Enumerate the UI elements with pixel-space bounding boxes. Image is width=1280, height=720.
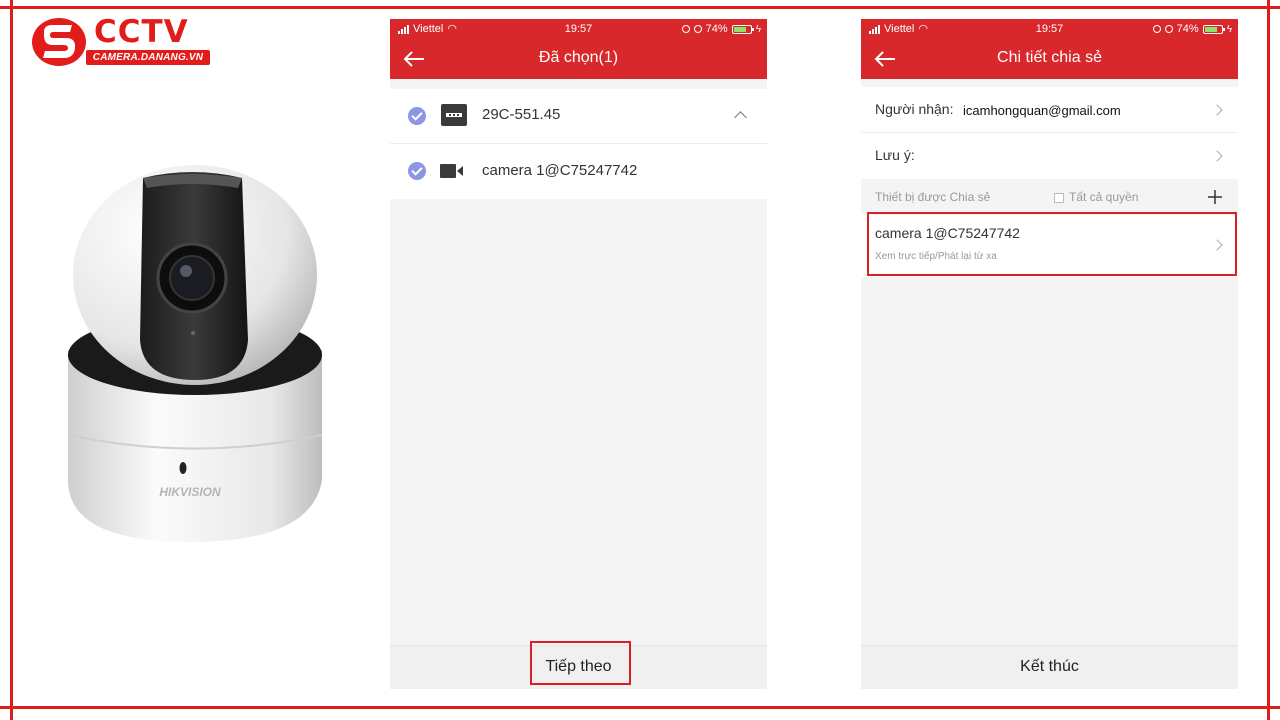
- frame-bottom: [0, 706, 1280, 709]
- lock-rotation-icon: [1152, 25, 1161, 33]
- phone-screen-selected: Viettel ◠ 19:57 74% ϟ Đã chọn(1) 29C-551…: [390, 19, 767, 689]
- charging-icon: ϟ: [1226, 23, 1232, 35]
- checkbox-checked-icon[interactable]: [408, 162, 426, 180]
- battery-percent: 74%: [705, 23, 728, 35]
- battery-icon: [1202, 24, 1225, 34]
- note-row[interactable]: Lưu ý:: [861, 133, 1238, 179]
- add-icon[interactable]: [1207, 189, 1223, 205]
- all-permissions-label: Tất cả quyền: [1069, 190, 1139, 204]
- charging-icon: ϟ: [755, 23, 761, 35]
- recipient-label: Người nhận:: [875, 101, 954, 117]
- chevron-right-icon: [1211, 104, 1223, 116]
- frame-top: [0, 6, 1280, 9]
- app-bar: Viettel ◠ 19:57 74% ϟ Chi tiết chia sẻ: [861, 19, 1238, 79]
- finish-button[interactable]: Kết thúc: [861, 658, 1238, 676]
- app-bar: Viettel ◠ 19:57 74% ϟ Đã chọn(1): [390, 19, 767, 79]
- highlight-box-device: [867, 212, 1237, 276]
- share-info-list: Người nhận: icamhongquan@gmail.com Lưu ý…: [861, 87, 1238, 179]
- logo-text: CCTV: [94, 14, 189, 50]
- nvr-name: 29C-551.45: [482, 106, 561, 123]
- recipient-row[interactable]: Người nhận: icamhongquan@gmail.com: [861, 87, 1238, 133]
- phone-screen-share-details: Viettel ◠ 19:57 74% ϟ Chi tiết chia sẻ N…: [861, 19, 1238, 689]
- chevron-right-icon: [1211, 150, 1223, 162]
- frame-right: [1267, 0, 1270, 720]
- brand-logo: CCTV CAMERA.DANANG.VN: [30, 15, 210, 70]
- all-permissions-checkbox[interactable]: [1054, 193, 1064, 203]
- collapse-chevron-icon[interactable]: [734, 111, 747, 124]
- svg-text:HIKVISION: HIKVISION: [159, 485, 221, 499]
- alarm-icon: [693, 25, 702, 33]
- lock-rotation-icon: [681, 25, 690, 33]
- frame-left: [10, 0, 13, 720]
- list-item-camera[interactable]: camera 1@C75247742: [390, 144, 767, 199]
- page-title: Chi tiết chia sẻ: [997, 49, 1102, 66]
- logo-subtitle: CAMERA.DANANG.VN: [86, 50, 210, 65]
- note-label: Lưu ý:: [875, 147, 915, 163]
- shared-devices-header: Thiết bị được Chia sẻ Tất cả quyền: [861, 185, 1238, 211]
- camera-name: camera 1@C75247742: [482, 162, 638, 179]
- list-item-nvr[interactable]: 29C-551.45: [390, 89, 767, 144]
- ptz-camera-image: HIKVISION: [67, 165, 323, 542]
- bottom-bar: Kết thúc: [861, 645, 1238, 689]
- shared-devices-label: Thiết bị được Chia sẻ: [875, 190, 991, 204]
- highlight-box-next: [530, 641, 631, 685]
- battery-icon: [731, 24, 754, 34]
- checkbox-checked-icon[interactable]: [408, 107, 426, 125]
- camera-device-icon: [440, 164, 463, 178]
- device-list: 29C-551.45 camera 1@C75247742: [390, 89, 767, 199]
- status-bar: Viettel ◠ 19:57 74% ϟ: [861, 19, 1238, 39]
- recipient-email: icamhongquan@gmail.com: [963, 103, 1121, 118]
- logo-mark-icon: [32, 18, 86, 66]
- battery-percent: 74%: [1176, 23, 1199, 35]
- alarm-icon: [1164, 25, 1173, 33]
- page-title: Đã chọn(1): [538, 49, 619, 66]
- nvr-device-icon: [441, 104, 467, 126]
- status-bar: Viettel ◠ 19:57 74% ϟ: [390, 19, 767, 39]
